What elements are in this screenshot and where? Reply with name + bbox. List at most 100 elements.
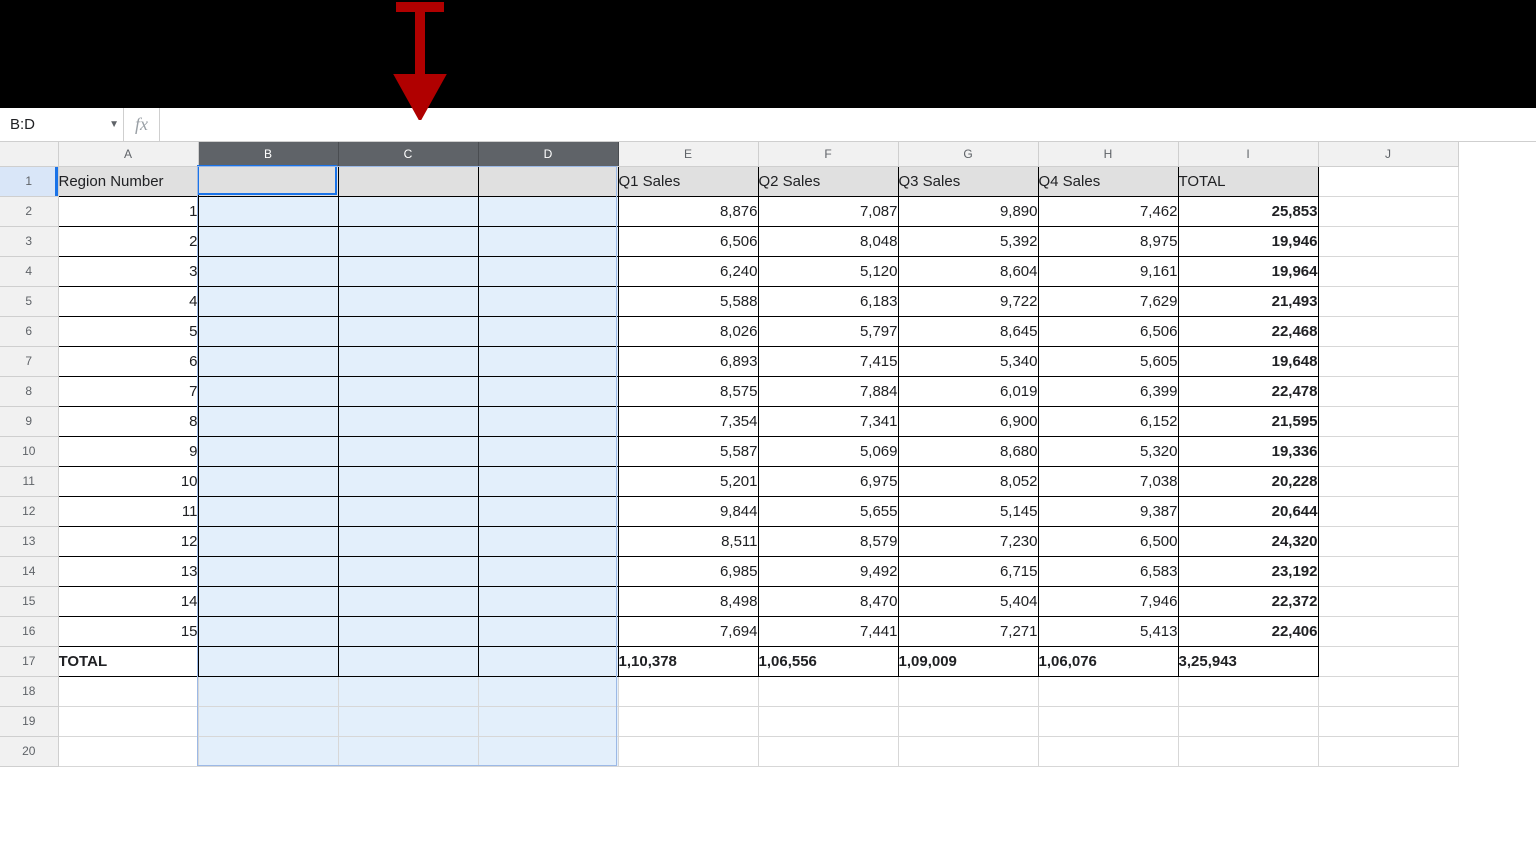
q3-sales[interactable]: 8,645 xyxy=(898,316,1038,346)
blank-B[interactable] xyxy=(198,586,338,616)
q3-sales[interactable]: 5,145 xyxy=(898,496,1038,526)
blank-D[interactable] xyxy=(478,196,618,226)
cell-A18[interactable] xyxy=(58,676,198,706)
region-number[interactable]: 9 xyxy=(58,436,198,466)
region-number[interactable]: 12 xyxy=(58,526,198,556)
cell-B20[interactable] xyxy=(198,736,338,766)
cell-J14[interactable] xyxy=(1318,556,1458,586)
q2-sales[interactable]: 9,492 xyxy=(758,556,898,586)
header-total[interactable]: TOTAL xyxy=(1178,166,1318,196)
region-number[interactable]: 3 xyxy=(58,256,198,286)
column-header-J[interactable]: J xyxy=(1318,142,1458,166)
cell-J5[interactable] xyxy=(1318,286,1458,316)
blank-C[interactable] xyxy=(338,646,478,676)
row-header-10[interactable]: 10 xyxy=(0,436,58,466)
header-region-number[interactable]: Region Number xyxy=(58,166,198,196)
q2-sales[interactable]: 8,470 xyxy=(758,586,898,616)
row-total[interactable]: 19,946 xyxy=(1178,226,1318,256)
region-number[interactable]: 7 xyxy=(58,376,198,406)
row-header-8[interactable]: 8 xyxy=(0,376,58,406)
blank-D[interactable] xyxy=(478,556,618,586)
cell-D18[interactable] xyxy=(478,676,618,706)
blank-B[interactable] xyxy=(198,376,338,406)
region-number[interactable]: 8 xyxy=(58,406,198,436)
q4-sales[interactable]: 7,462 xyxy=(1038,196,1178,226)
cell-J1[interactable] xyxy=(1318,166,1458,196)
cell-J16[interactable] xyxy=(1318,616,1458,646)
q1-sales[interactable]: 8,026 xyxy=(618,316,758,346)
q2-sales[interactable]: 8,579 xyxy=(758,526,898,556)
q3-sales[interactable]: 7,230 xyxy=(898,526,1038,556)
cell-H20[interactable] xyxy=(1038,736,1178,766)
blank-D[interactable] xyxy=(478,286,618,316)
row-header-14[interactable]: 14 xyxy=(0,556,58,586)
header-q3-sales[interactable]: Q3 Sales xyxy=(898,166,1038,196)
q1-sales[interactable]: 9,844 xyxy=(618,496,758,526)
q1-sales[interactable]: 8,575 xyxy=(618,376,758,406)
q3-sales[interactable]: 8,680 xyxy=(898,436,1038,466)
blank-C[interactable] xyxy=(338,436,478,466)
q4-sales[interactable]: 8,975 xyxy=(1038,226,1178,256)
q4-sales[interactable]: 6,583 xyxy=(1038,556,1178,586)
cell-A20[interactable] xyxy=(58,736,198,766)
total-q1[interactable]: 1,10,378 xyxy=(618,646,758,676)
blank-C[interactable] xyxy=(338,286,478,316)
row-header-17[interactable]: 17 xyxy=(0,646,58,676)
header-q4-sales[interactable]: Q4 Sales xyxy=(1038,166,1178,196)
region-number[interactable]: 1 xyxy=(58,196,198,226)
cell-J6[interactable] xyxy=(1318,316,1458,346)
cell-G20[interactable] xyxy=(898,736,1038,766)
q2-sales[interactable]: 7,087 xyxy=(758,196,898,226)
row-total[interactable]: 22,406 xyxy=(1178,616,1318,646)
blank-D[interactable] xyxy=(478,256,618,286)
q4-sales[interactable]: 5,605 xyxy=(1038,346,1178,376)
blank-C[interactable] xyxy=(338,466,478,496)
column-header-B[interactable]: B xyxy=(198,142,338,166)
blank-C[interactable] xyxy=(338,256,478,286)
q2-sales[interactable]: 7,415 xyxy=(758,346,898,376)
blank-D[interactable] xyxy=(478,496,618,526)
cell-J19[interactable] xyxy=(1318,706,1458,736)
cell-A19[interactable] xyxy=(58,706,198,736)
cell-I19[interactable] xyxy=(1178,706,1318,736)
q1-sales[interactable]: 8,511 xyxy=(618,526,758,556)
cell-J11[interactable] xyxy=(1318,466,1458,496)
q3-sales[interactable]: 5,404 xyxy=(898,586,1038,616)
blank-D[interactable] xyxy=(478,436,618,466)
cell-B18[interactable] xyxy=(198,676,338,706)
column-header-C[interactable]: C xyxy=(338,142,478,166)
row-header-4[interactable]: 4 xyxy=(0,256,58,286)
blank-B[interactable] xyxy=(198,196,338,226)
blank-B[interactable] xyxy=(198,526,338,556)
blank-C[interactable] xyxy=(338,196,478,226)
header-q1-sales[interactable]: Q1 Sales xyxy=(618,166,758,196)
q4-sales[interactable]: 6,500 xyxy=(1038,526,1178,556)
blank-D[interactable] xyxy=(478,406,618,436)
total-q2[interactable]: 1,06,556 xyxy=(758,646,898,676)
q3-sales[interactable]: 7,271 xyxy=(898,616,1038,646)
row-header-19[interactable]: 19 xyxy=(0,706,58,736)
region-number[interactable]: 2 xyxy=(58,226,198,256)
cell-H19[interactable] xyxy=(1038,706,1178,736)
q3-sales[interactable]: 9,890 xyxy=(898,196,1038,226)
q2-sales[interactable]: 5,069 xyxy=(758,436,898,466)
formula-input[interactable] xyxy=(160,108,1536,141)
row-header-1[interactable]: 1 xyxy=(0,166,58,196)
cell-J13[interactable] xyxy=(1318,526,1458,556)
row-header-12[interactable]: 12 xyxy=(0,496,58,526)
header-blank-C[interactable] xyxy=(338,166,478,196)
blank-B[interactable] xyxy=(198,646,338,676)
cell-C20[interactable] xyxy=(338,736,478,766)
cell-H18[interactable] xyxy=(1038,676,1178,706)
row-total[interactable]: 19,648 xyxy=(1178,346,1318,376)
q4-sales[interactable]: 5,320 xyxy=(1038,436,1178,466)
blank-C[interactable] xyxy=(338,616,478,646)
cell-J2[interactable] xyxy=(1318,196,1458,226)
q1-sales[interactable]: 6,985 xyxy=(618,556,758,586)
name-box[interactable]: B:D ▼ xyxy=(0,108,124,141)
q3-sales[interactable]: 8,604 xyxy=(898,256,1038,286)
row-total[interactable]: 20,644 xyxy=(1178,496,1318,526)
q2-sales[interactable]: 5,797 xyxy=(758,316,898,346)
blank-D[interactable] xyxy=(478,526,618,556)
q2-sales[interactable]: 8,048 xyxy=(758,226,898,256)
